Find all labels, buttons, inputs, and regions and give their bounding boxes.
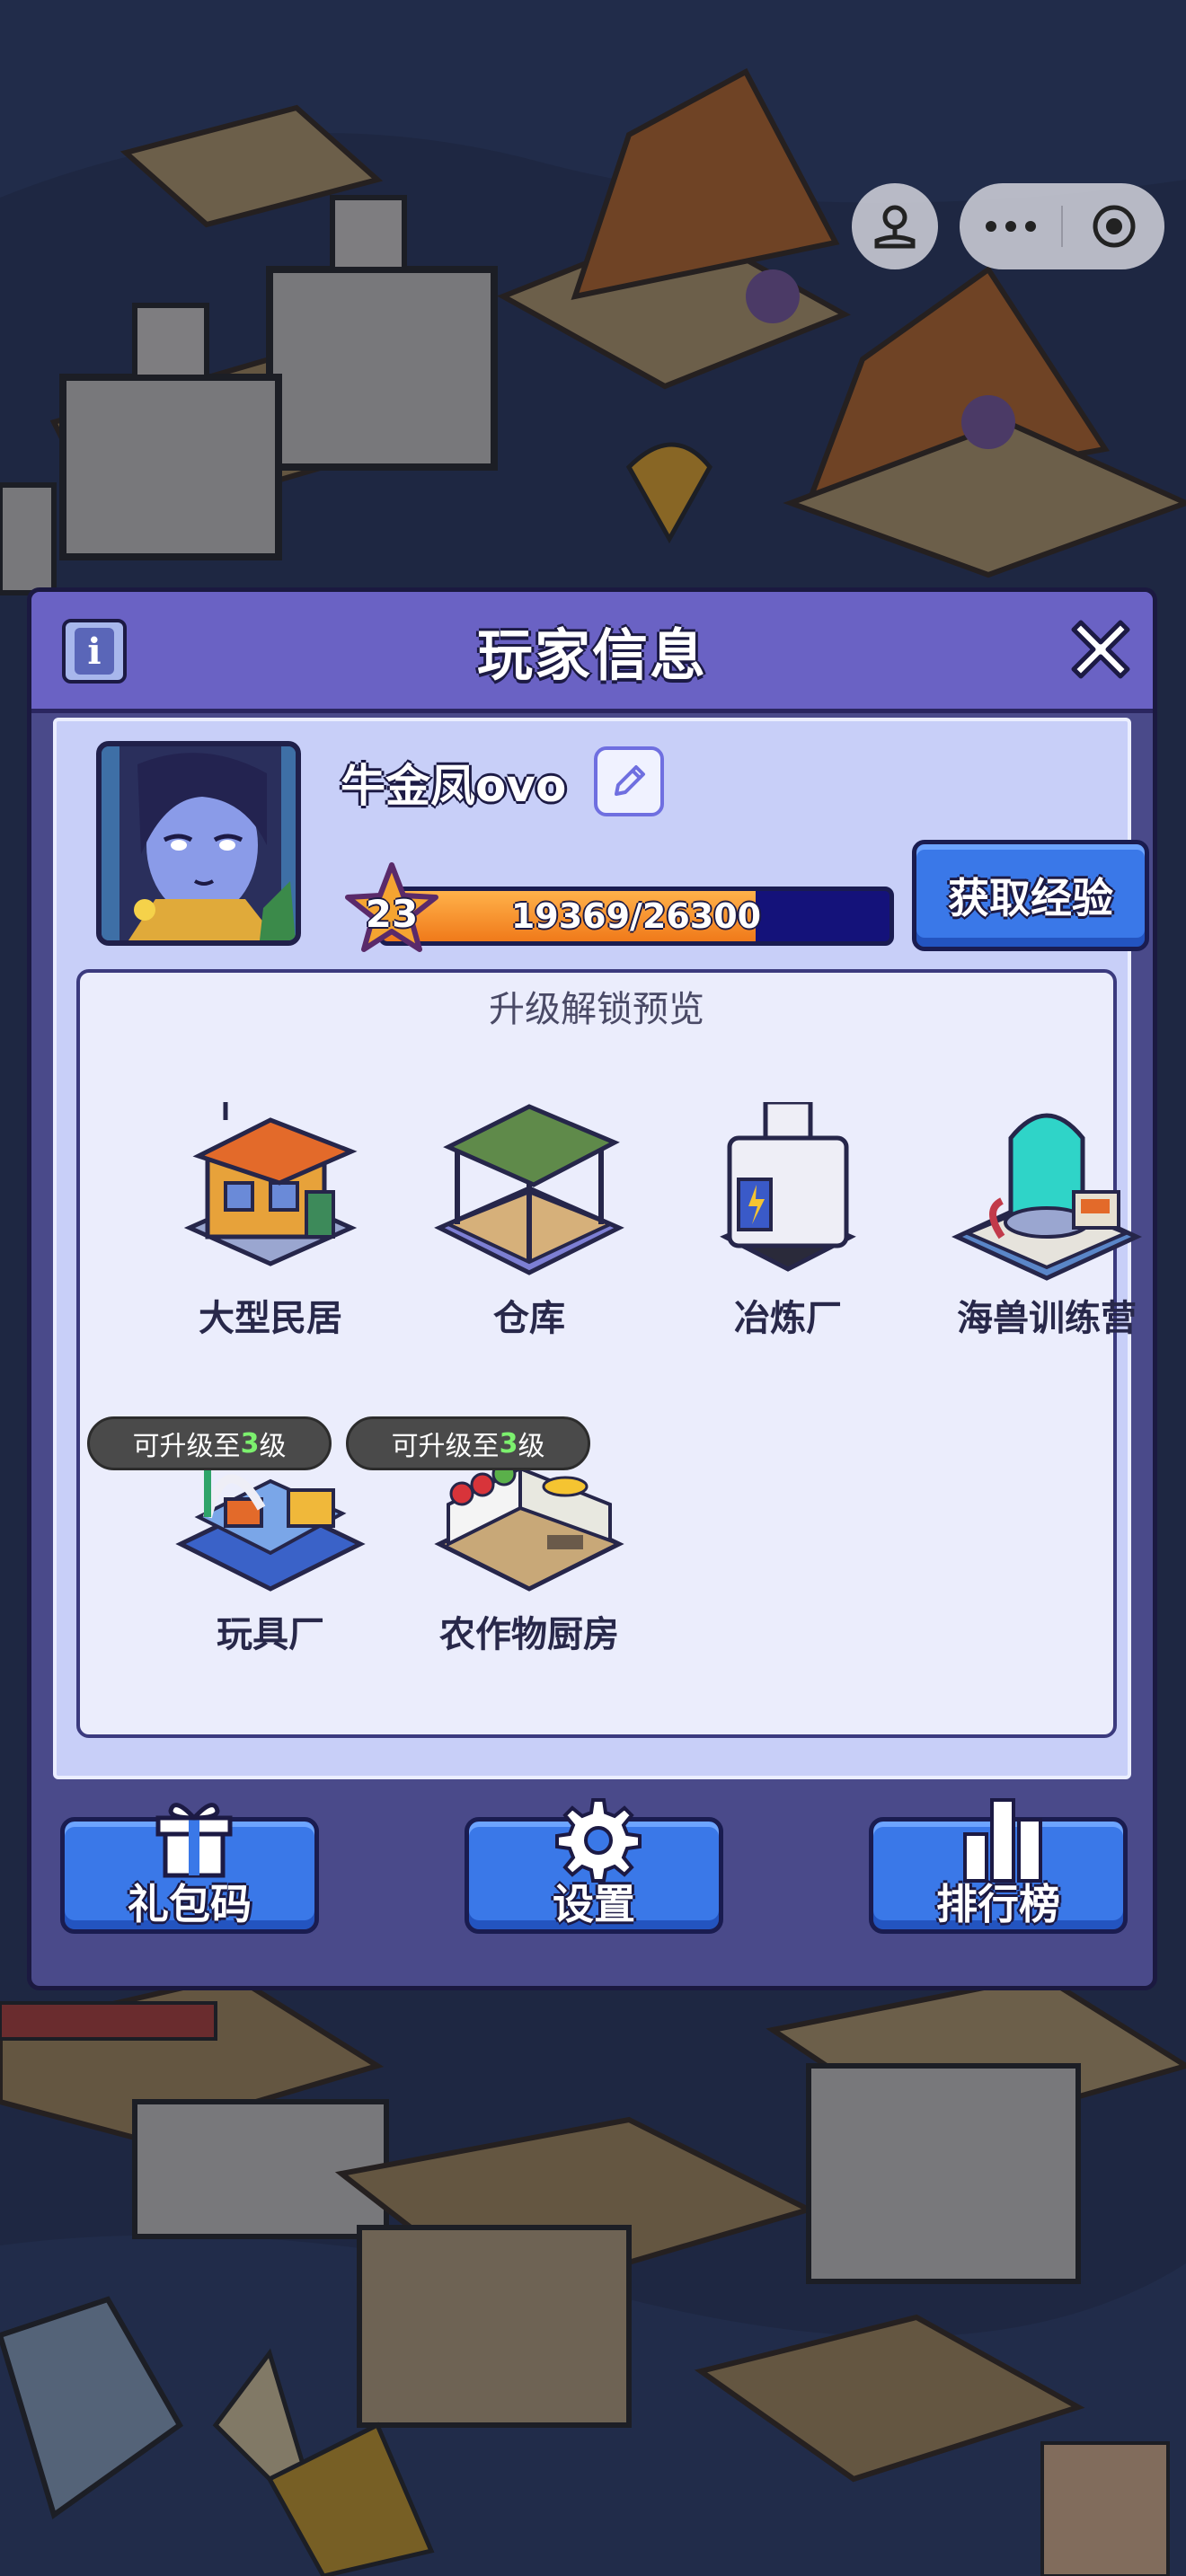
avatar[interactable]: [96, 741, 301, 946]
gift-code-button[interactable]: 礼包码: [60, 1803, 319, 1934]
building-warehouse[interactable]: 仓库: [421, 1102, 637, 1339]
exit-mini-program-button[interactable]: [1063, 183, 1164, 269]
warehouse-icon: [434, 1104, 624, 1275]
pencil-icon: [615, 765, 645, 796]
gamepad-button[interactable]: [852, 183, 938, 269]
preview-title: 升级解锁预览: [489, 989, 704, 1030]
leaderboard-button[interactable]: 排行榜: [869, 1798, 1128, 1934]
player-name: 牛金凤ovo: [341, 760, 567, 812]
upgrade-available-badge: 可升级至 3 级: [87, 1416, 332, 1470]
bar-chart-icon: [963, 1798, 1042, 1883]
upgrade-unlock-preview: 升级解锁预览 大型民居 仓库 冶炼厂 海兽训练营 玩具厂 农作物厨房 可升级至 …: [76, 969, 1142, 1738]
xp-progress-text: 19369/26300: [510, 896, 762, 936]
upgrade-available-badge: 可升级至 3 级: [346, 1416, 590, 1470]
badge-suffix: 级: [518, 1431, 545, 1462]
close-icon[interactable]: [1061, 610, 1140, 689]
player-level: 23: [365, 891, 419, 936]
dialog-header: i 玩家信息: [31, 592, 1153, 713]
get-exp-button[interactable]: 获取经验: [912, 840, 1149, 951]
target-circle-icon: [1093, 205, 1135, 248]
gift-icon: [155, 1803, 233, 1878]
more-button[interactable]: [960, 183, 1061, 269]
character-portrait-icon: [102, 746, 296, 940]
badge-suffix: 级: [259, 1431, 287, 1462]
settings-button[interactable]: 设置: [465, 1798, 723, 1934]
mini-program-capsule: [960, 183, 1164, 269]
badge-level: 3: [240, 1427, 260, 1460]
settings-label: 设置: [553, 1880, 635, 1928]
leaderboard-label: 排行榜: [936, 1880, 1060, 1928]
building-label: 农作物厨房: [439, 1614, 619, 1655]
badge-level: 3: [499, 1427, 518, 1460]
badge-prefix: 可升级至: [391, 1431, 500, 1462]
smelter-icon: [720, 1102, 856, 1272]
gear-icon: [555, 1798, 642, 1883]
more-dots-icon: [985, 221, 1036, 232]
building-label: 大型民居: [199, 1298, 342, 1339]
badge-prefix: 可升级至: [132, 1431, 241, 1462]
house-icon: [183, 1102, 358, 1266]
xp-progress-bar: 19369/26300: [378, 887, 894, 946]
building-large-house[interactable]: 大型民居: [163, 1102, 378, 1339]
building-smelter[interactable]: 冶炼厂: [680, 1102, 896, 1339]
building-label: 冶炼厂: [734, 1298, 842, 1339]
building-label: 仓库: [493, 1298, 565, 1339]
edit-name-button[interactable]: [594, 746, 664, 816]
building-label: 玩具厂: [217, 1614, 324, 1655]
joystick-icon: [874, 205, 916, 249]
building-label: 海兽训练营: [957, 1298, 1137, 1339]
sea-beast-camp-icon: [951, 1113, 1142, 1281]
gift-code-label: 礼包码: [128, 1880, 252, 1928]
player-info-dialog: i 玩家信息 牛金凤ovo 19369/26300 23 获取经验 升级解锁预览…: [27, 587, 1157, 1990]
dialog-title: 玩家信息: [476, 622, 707, 688]
building-sea-beast-camp[interactable]: 海兽训练营: [939, 1102, 1155, 1339]
